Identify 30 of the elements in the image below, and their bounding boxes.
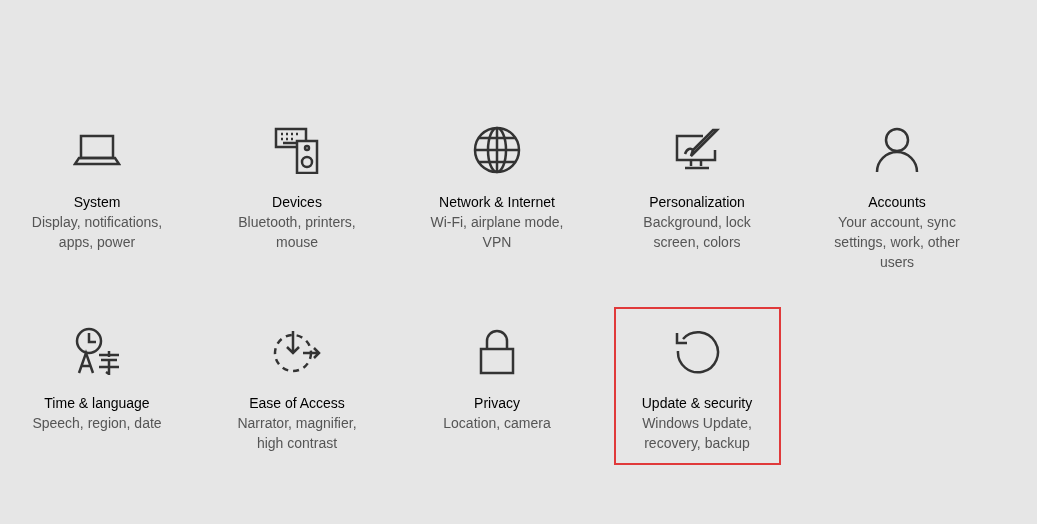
category-description: Display, notifications, apps, power bbox=[30, 213, 164, 252]
category-description: Your account, sync settings, work, other users bbox=[833, 213, 961, 272]
settings-tile[interactable]: Privacy Location, camera bbox=[413, 307, 581, 465]
settings-tile[interactable]: Network & Internet Wi-Fi, airplane mode, VPN bbox=[413, 106, 581, 264]
category-title[interactable]: Personalization bbox=[649, 192, 745, 212]
category-description: Location, camera bbox=[442, 414, 552, 433]
settings-tile[interactable]: System Display, notifications, apps, power bbox=[13, 106, 181, 264]
clock-and-letters-icon bbox=[73, 327, 121, 375]
settings-tile[interactable]: Devices Bluetooth, printers, mouse bbox=[213, 106, 381, 264]
category-description: Wi-Fi, airplane mode, VPN bbox=[429, 213, 565, 252]
category-title[interactable]: Network & Internet bbox=[439, 192, 555, 212]
category-title[interactable]: System bbox=[73, 192, 121, 212]
category-description: Windows Update, recovery, backup bbox=[641, 414, 753, 453]
settings-tile[interactable]: Personalization Background, lock screen, colors bbox=[613, 106, 781, 264]
keyboard-and-speaker-icon bbox=[273, 126, 321, 174]
category-title[interactable]: Privacy bbox=[474, 393, 520, 413]
category-description: Speech, region, date bbox=[31, 414, 163, 433]
settings-tile[interactable]: Time & language Speech, region, date bbox=[13, 307, 181, 465]
settings-tile[interactable]: Ease of Access Narrator, magnifier, high contrast bbox=[213, 307, 381, 465]
category-title[interactable]: Update & security bbox=[641, 393, 753, 413]
category-description: Narrator, magnifier, high contrast bbox=[236, 414, 358, 453]
category-title[interactable]: Accounts bbox=[868, 192, 926, 212]
person-icon bbox=[873, 126, 921, 174]
category-description: Background, lock screen, colors bbox=[642, 213, 752, 252]
settings-tile[interactable]: Update & security Windows Update, recovery, backup bbox=[613, 307, 781, 465]
category-title[interactable]: Time & language bbox=[44, 393, 150, 413]
category-title[interactable]: Ease of Access bbox=[249, 393, 345, 413]
category-description: Bluetooth, printers, mouse bbox=[237, 213, 357, 252]
globe-icon bbox=[473, 126, 521, 174]
category-title[interactable]: Devices bbox=[272, 192, 322, 212]
